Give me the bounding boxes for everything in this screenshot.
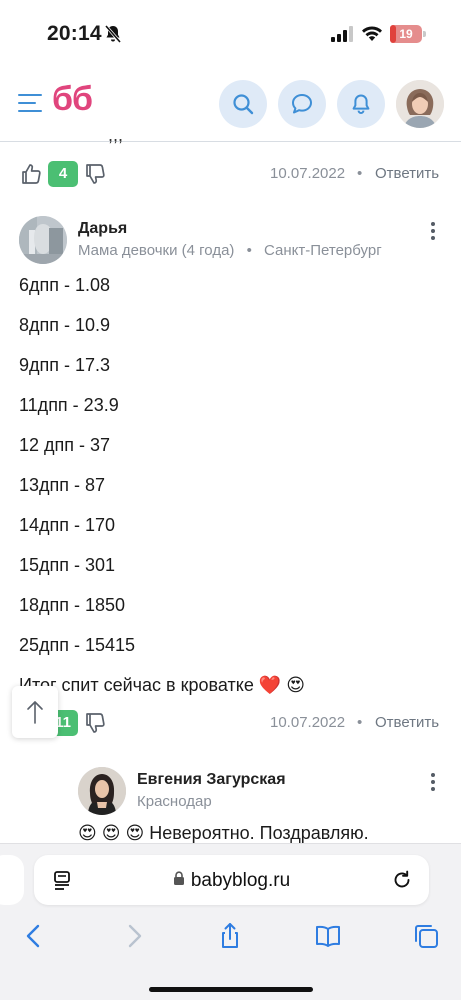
notifications-button[interactable]	[337, 80, 385, 128]
previous-tab-pill[interactable]	[0, 855, 24, 905]
messages-button[interactable]	[278, 80, 326, 128]
reply-comment-header: Евгения Загурская Краснодар	[59, 767, 461, 817]
reply-author-avatar[interactable]	[78, 767, 126, 815]
vote-count-badge: 4	[48, 161, 78, 187]
wifi-icon	[362, 26, 382, 41]
reply-link[interactable]: Ответить	[375, 714, 439, 731]
status-time: 20:14	[47, 22, 102, 45]
reply-author-city: Краснодар	[137, 793, 212, 810]
comment-line: 12 дпп - 37	[19, 435, 111, 455]
lock-icon	[173, 871, 184, 885]
browser-bottom-bar: babyblog.ru	[0, 843, 461, 1000]
thumbs-down-icon[interactable]	[83, 711, 107, 735]
tabs-icon[interactable]	[412, 922, 440, 950]
battery-indicator: 19	[390, 25, 422, 43]
comment-date: 10.07.2022	[270, 714, 346, 731]
cellular-signal-icon	[331, 26, 353, 42]
comment-line: 13дпп - 87	[19, 475, 106, 495]
search-icon	[233, 94, 254, 115]
reply-link[interactable]: Ответить	[375, 165, 439, 182]
comment-line: 9дпп - 17.3	[19, 355, 111, 375]
site-logo[interactable]: бб	[52, 80, 93, 119]
reply-author-name[interactable]: Евгения Загурская	[137, 771, 286, 789]
comment-line: 25дпп - 15415	[19, 635, 136, 655]
user-avatar-image	[396, 80, 444, 128]
comment-header: Дарья Мама девочки (4 года) • Санкт-Пете…	[0, 216, 461, 266]
more-options-icon[interactable]	[430, 773, 436, 793]
back-icon[interactable]	[20, 922, 48, 950]
meta-separator: •	[357, 714, 363, 731]
url-text: babyblog.ru	[190, 870, 291, 891]
meta-separator: •	[357, 165, 363, 182]
previous-comment-text: ,,,	[108, 125, 124, 145]
author-city: Санкт-Петербург	[264, 242, 382, 259]
battery-cap	[423, 31, 426, 37]
reply-author-avatar-image	[78, 767, 126, 815]
reload-icon[interactable]	[391, 869, 413, 891]
status-bar: 20:14 19	[0, 0, 461, 66]
comment-line: 15дпп - 301	[19, 555, 116, 575]
thumbs-up-icon[interactable]	[19, 162, 43, 186]
app-header: бб	[0, 66, 461, 142]
previous-comment-actions: 4 10.07.2022 • Ответить	[0, 159, 461, 189]
comment-line: 18дпп - 1850	[19, 595, 126, 615]
bell-muted-icon	[104, 25, 122, 43]
forward-icon[interactable]	[120, 922, 148, 950]
comment-line: 11дпп - 23.9	[19, 395, 119, 415]
author-name[interactable]: Дарья	[78, 220, 127, 238]
url-display[interactable]: babyblog.ru	[34, 870, 429, 892]
user-avatar[interactable]	[396, 80, 444, 128]
arrow-up-icon	[27, 701, 43, 724]
bookmarks-icon[interactable]	[314, 922, 342, 950]
author-info: Мама девочки (4 года) • Санкт-Петербург	[78, 242, 382, 259]
meta-separator: •	[246, 242, 252, 259]
author-avatar-image	[19, 216, 67, 264]
chat-icon	[292, 94, 312, 114]
address-bar[interactable]: babyblog.ru	[34, 855, 429, 905]
thumbs-down-icon[interactable]	[83, 162, 107, 186]
comment-body: 6дпп - 1.08 8дпп - 10.9 9дпп - 17.3 11дп…	[19, 273, 449, 713]
comment-line: 6дпп - 1.08	[19, 275, 111, 295]
more-options-icon[interactable]	[430, 222, 436, 242]
author-avatar[interactable]	[19, 216, 67, 264]
comment-date: 10.07.2022	[270, 165, 346, 182]
notification-bell-icon	[352, 94, 370, 114]
author-status: Мама девочки (4 года)	[78, 242, 235, 259]
battery-level: 19	[399, 27, 413, 41]
scroll-to-top-button[interactable]	[12, 686, 58, 738]
comment-line: Итог спит сейчас в кроватке ❤️ 😍	[19, 675, 306, 695]
reply-comment-text: 😍 😍 😍 Невероятно. Поздравляю.	[78, 823, 369, 843]
search-button[interactable]	[219, 80, 267, 128]
comment-line: 14дпп - 170	[19, 515, 116, 535]
comment-line: 8дпп - 10.9	[19, 315, 111, 335]
home-indicator	[149, 987, 313, 992]
menu-icon[interactable]	[18, 94, 42, 114]
share-icon[interactable]	[216, 922, 244, 950]
comment-actions: 11 10.07.2022 • Ответить	[0, 708, 461, 738]
